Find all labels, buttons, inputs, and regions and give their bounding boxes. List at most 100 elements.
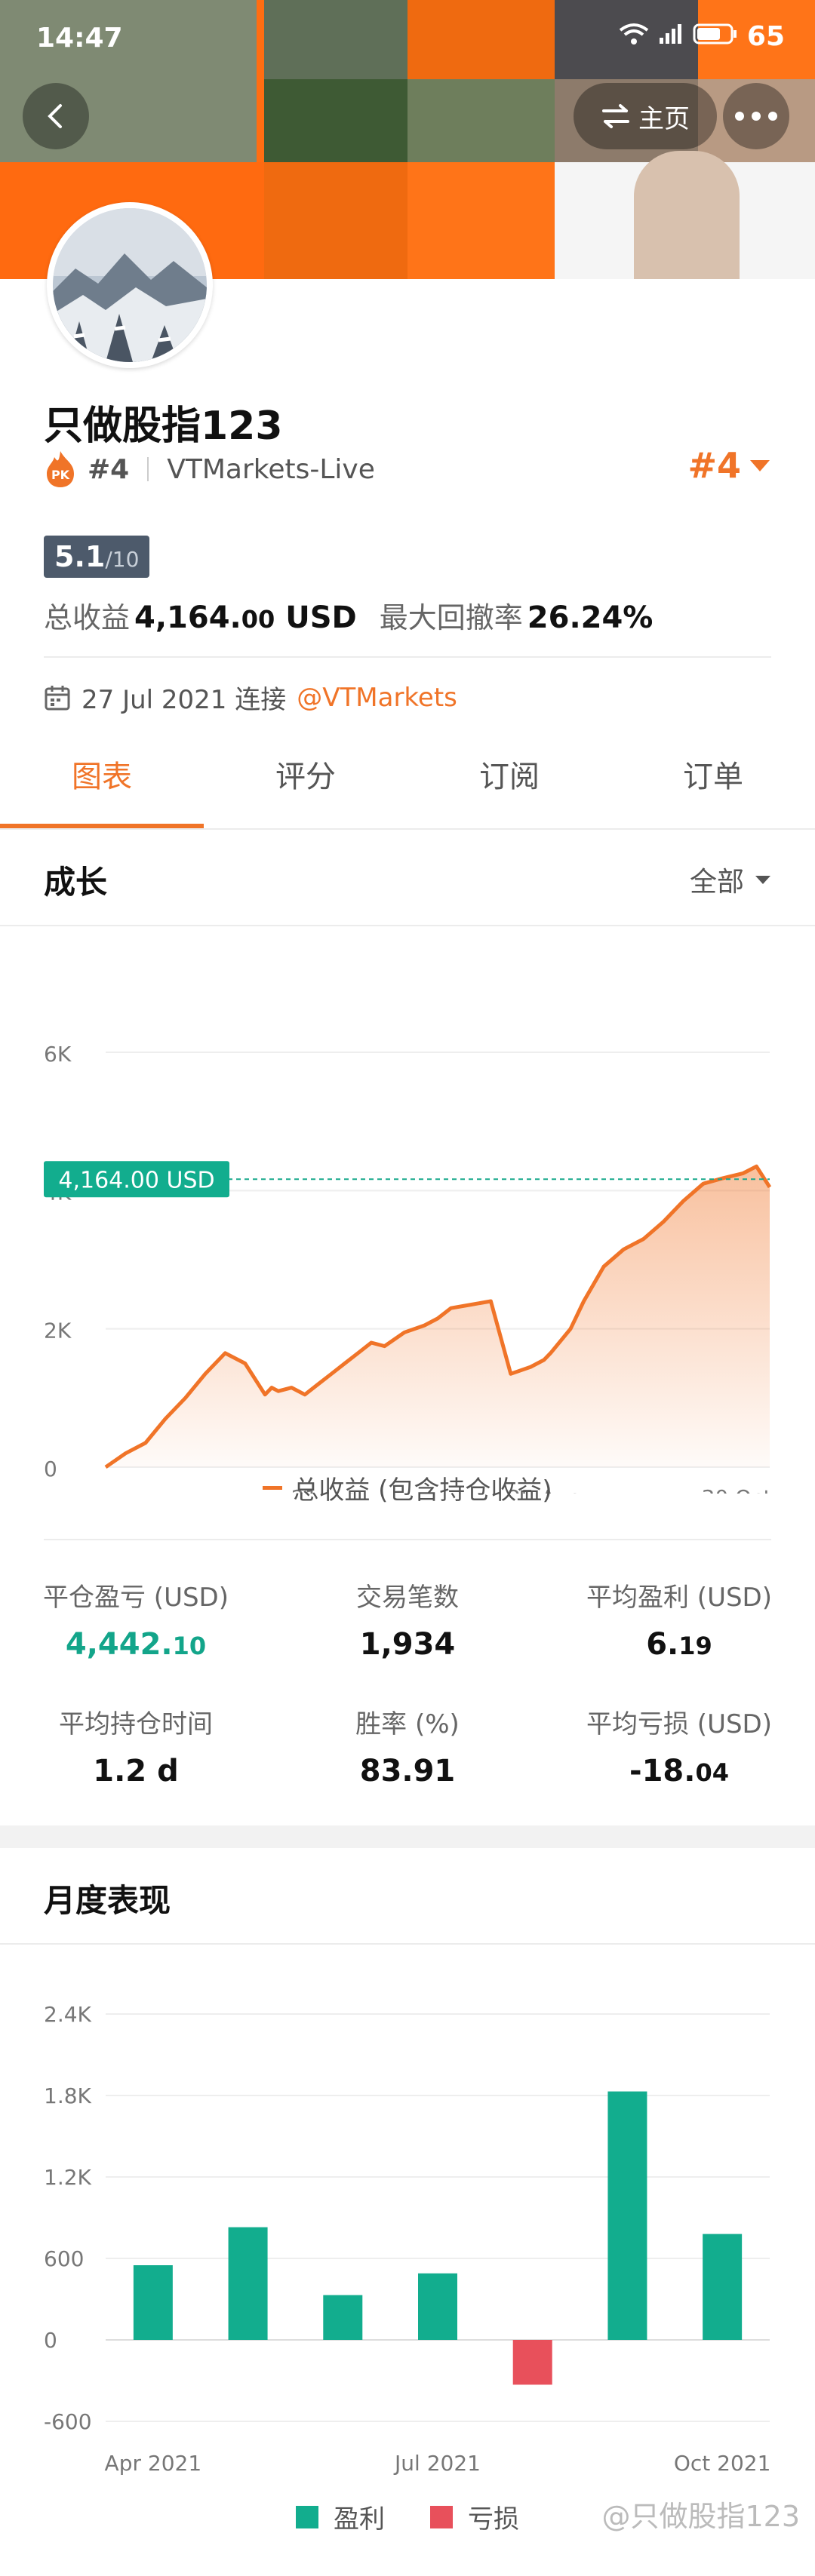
- calendar-icon: [45, 685, 70, 710]
- drawdown-value: 26.24%: [527, 600, 654, 635]
- collage-photo: [634, 151, 740, 279]
- divider: [44, 656, 771, 658]
- home-button-label: 主页: [638, 103, 690, 134]
- stat-label: 平均亏损 (USD): [586, 1709, 772, 1739]
- x-tick-label: Jul 2021: [393, 2451, 481, 2476]
- range-filter[interactable]: 全部: [690, 860, 771, 899]
- x-tick-label: Oct 2021: [674, 2451, 771, 2476]
- status-icons: 65: [619, 21, 785, 52]
- stat-value: 1.2 d: [0, 1754, 272, 1788]
- collage-photo: [264, 79, 408, 162]
- drawdown-label: 最大回撤率: [379, 601, 523, 634]
- rank-dropdown[interactable]: #4: [687, 445, 771, 486]
- caret-down-icon: [750, 460, 770, 471]
- status-bar: 14:47 65: [0, 0, 815, 75]
- switch-icon: [602, 104, 629, 128]
- y-tick-label: 600: [44, 2246, 84, 2271]
- more-dots-icon: [735, 112, 777, 121]
- back-button[interactable]: [23, 83, 89, 149]
- home-button[interactable]: 主页: [574, 83, 717, 149]
- stat-value: 4,442.10: [0, 1627, 272, 1662]
- loss-bar: [512, 2340, 552, 2385]
- signal-icon: [658, 21, 684, 52]
- stat-value-int: 1.2 d: [93, 1754, 179, 1788]
- snowy-mountain-image: [53, 208, 207, 362]
- legend-swatch: [263, 1486, 283, 1490]
- growth-title: 成长: [44, 864, 108, 901]
- tab-rating[interactable]: 评分: [204, 732, 408, 828]
- tab-subscribe[interactable]: 订阅: [408, 732, 611, 828]
- rank-number: #4: [88, 453, 130, 485]
- stat-value-int: -18.: [629, 1754, 696, 1788]
- more-button[interactable]: [723, 83, 789, 149]
- status-time: 14:47: [36, 23, 123, 54]
- y-tick-label: 1.8K: [44, 2083, 92, 2108]
- stat-trade-count: 交易笔数 1,934: [272, 1577, 543, 1662]
- divider: [44, 1539, 771, 1540]
- monthly-card: 月度表现 -600 0 600 1.2K 1.8K 2.4K Apr 2021 Jul 202…: [0, 1848, 815, 2576]
- stat-value-dec: 04: [695, 1758, 729, 1787]
- caret-down-icon: [755, 876, 770, 884]
- avatar[interactable]: [47, 202, 213, 368]
- trader-name: 只做股指123: [44, 404, 283, 449]
- growth-legend: 总收益 (包含持仓收益): [0, 1469, 815, 1506]
- y-tick-label: 2.4K: [44, 2002, 92, 2027]
- y-tick-label: 6K: [44, 1042, 72, 1067]
- monthly-title: 月度表现: [44, 1882, 171, 1919]
- stat-value-int: 4,442.: [65, 1627, 173, 1662]
- score-badge: 5.1 /10: [44, 536, 150, 578]
- stat-value: 6.19: [543, 1627, 815, 1662]
- stat-avg-loss: 平均亏损 (USD) -18.04: [543, 1703, 815, 1788]
- stat-label: 胜率 (%): [355, 1709, 460, 1739]
- y-tick-label: 0: [44, 2328, 57, 2353]
- tab-orders[interactable]: 订单: [611, 732, 815, 828]
- score-value: 5.1: [54, 540, 106, 573]
- stat-value-dec: 19: [678, 1632, 712, 1660]
- growth-chart[interactable]: 02K4K6K4,164.00 USD21 Jun25 Aug30 Oct: [0, 935, 815, 1494]
- fire-pk-icon: PK: [47, 451, 74, 487]
- legend-loss-label: 亏损: [468, 2504, 519, 2535]
- profit-summary: 总收益 4,164. 00 USD 最大回撤率 26.24%: [44, 594, 653, 636]
- total-profit-int: 4,164.: [134, 600, 241, 635]
- stat-value-int: 6.: [646, 1627, 679, 1662]
- legend-swatch-profit: [296, 2505, 318, 2528]
- profit-bar: [607, 2091, 647, 2340]
- rank-dropdown-label: #4: [687, 445, 741, 486]
- stat-value: 1,934: [272, 1627, 543, 1662]
- svg-text:PK: PK: [51, 468, 70, 482]
- stat-value: 83.91: [272, 1754, 543, 1788]
- stat-closed-pnl: 平仓盈亏 (USD) 4,442.10: [0, 1577, 272, 1662]
- watermark: @只做股指123: [601, 2500, 800, 2533]
- collage-tile: [264, 162, 408, 279]
- legend-profit-label: 盈利: [334, 2504, 385, 2535]
- y-tick-label: 2K: [44, 1319, 72, 1343]
- collage-photo: [408, 79, 555, 162]
- total-profit-label: 总收益: [44, 601, 131, 634]
- growth-card: 成长 全部 02K4K6K4,164.00 USD21 Jun25 Aug30 …: [0, 830, 815, 1825]
- stat-avg-hold-time: 平均持仓时间 1.2 d: [0, 1703, 272, 1788]
- stat-value-int: 83.91: [359, 1754, 456, 1788]
- stat-value-int: 1,934: [359, 1627, 456, 1662]
- battery-icon: [693, 21, 738, 52]
- connect-date: 27 Jul 2021 连接: [82, 685, 287, 715]
- stat-label: 平均持仓时间: [59, 1709, 213, 1739]
- y-tick-label: 1.2K: [44, 2165, 92, 2190]
- battery-level: 65: [746, 21, 785, 52]
- divider: [0, 1943, 815, 1945]
- tab-chart[interactable]: 图表: [0, 732, 204, 828]
- avatar-image: [53, 208, 207, 362]
- stat-label: 交易笔数: [356, 1583, 459, 1613]
- collage-tile: [408, 162, 555, 279]
- stat-value-dec: 10: [172, 1632, 207, 1660]
- profit-bar: [323, 2295, 363, 2340]
- stat-win-rate: 胜率 (%) 83.91: [272, 1703, 543, 1788]
- score-max: /10: [105, 547, 140, 572]
- monthly-chart[interactable]: -600 0 600 1.2K 1.8K 2.4K Apr 2021 Jul 2021 Oct …: [0, 1954, 815, 2497]
- y-tick-label: -600: [44, 2409, 92, 2434]
- divider: [147, 457, 149, 481]
- broker-link[interactable]: @VTMarkets: [297, 683, 457, 713]
- legend-swatch-loss: [430, 2505, 453, 2528]
- profit-bar: [133, 2265, 173, 2340]
- wifi-icon: [619, 21, 649, 52]
- range-filter-label: 全部: [689, 867, 744, 898]
